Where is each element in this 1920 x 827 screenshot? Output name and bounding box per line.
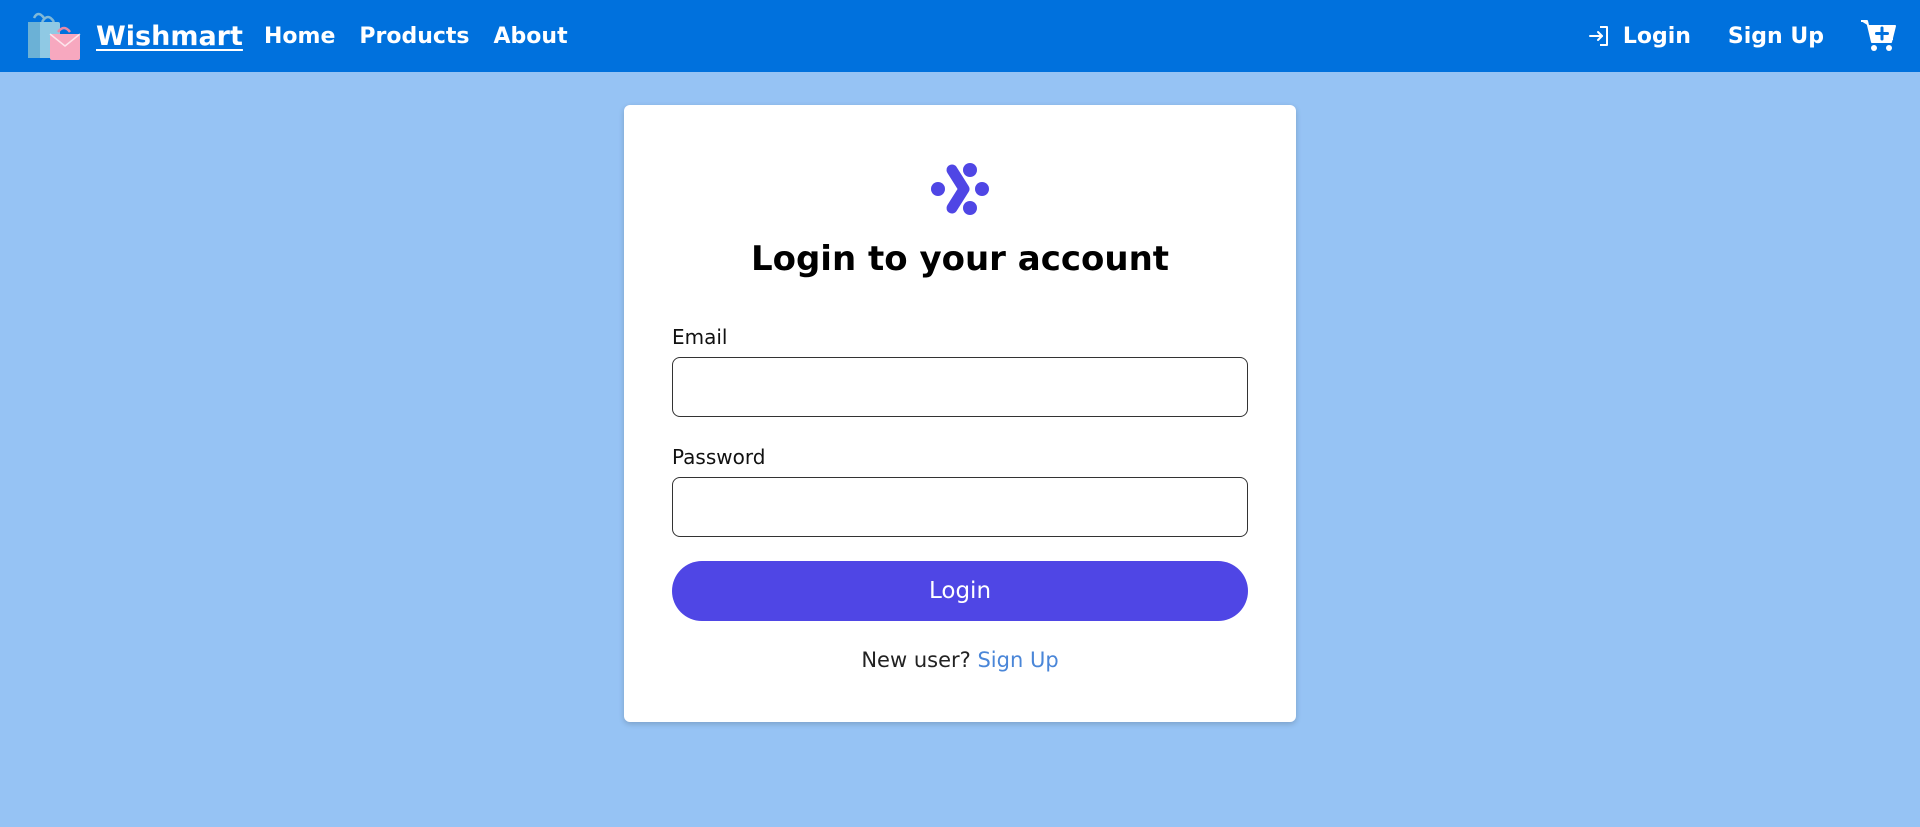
brand-name: Wishmart: [96, 20, 243, 52]
email-field[interactable]: [672, 357, 1248, 417]
password-label: Password: [672, 445, 766, 469]
nav-link-about[interactable]: About: [494, 24, 568, 49]
email-label: Email: [672, 325, 728, 349]
nav-account-area: Login Sign Up: [1587, 0, 1920, 72]
nav-login-label: Login: [1622, 23, 1691, 49]
shopping-bags-icon: [24, 10, 86, 62]
nav-signup-link[interactable]: Sign Up: [1728, 24, 1824, 49]
login-card: Login to your account Email Password Log…: [624, 105, 1296, 722]
dots-chevron-logo-icon: [930, 161, 990, 217]
password-field[interactable]: [672, 477, 1248, 537]
brand-link[interactable]: Wishmart: [24, 10, 243, 62]
cart-plus-icon: [1861, 20, 1896, 51]
new-user-text: New user?: [861, 648, 971, 672]
login-title: Login to your account: [750, 239, 1170, 279]
nav-links: Home Products About: [264, 0, 592, 72]
nav-link-home[interactable]: Home: [264, 24, 335, 49]
login-arrow-icon: [1588, 26, 1608, 46]
cart-button[interactable]: [1860, 18, 1898, 54]
nav-link-products[interactable]: Products: [359, 24, 469, 49]
signup-link[interactable]: Sign Up: [977, 648, 1058, 672]
signup-prompt: New user? Sign Up: [624, 648, 1296, 672]
nav-login-link[interactable]: Login: [1587, 24, 1691, 49]
top-navbar: Wishmart Home Products About Login Sign …: [0, 0, 1920, 72]
login-submit-button[interactable]: Login: [672, 561, 1248, 621]
